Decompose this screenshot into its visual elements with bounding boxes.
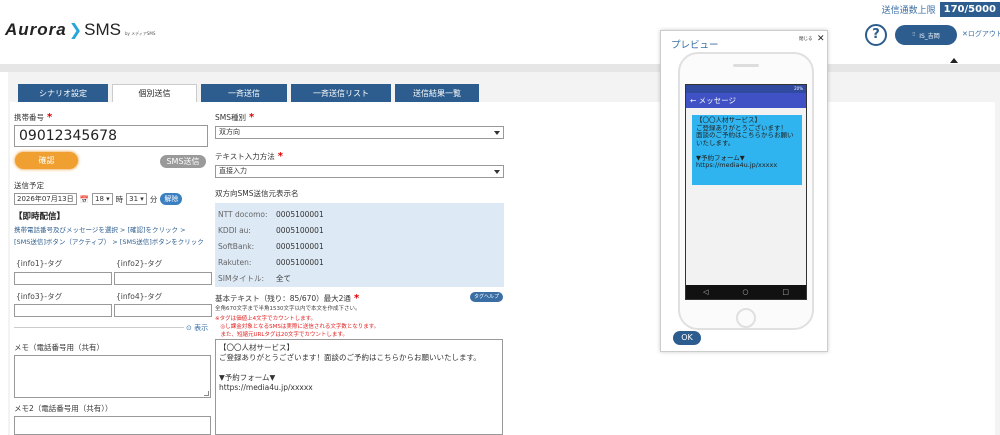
logout-link[interactable]: ✕ログアウト [962, 29, 1000, 39]
hour-unit: 時 [115, 194, 124, 204]
phone-label: 携帯番号 * [14, 112, 53, 123]
tags-divider [14, 327, 184, 328]
input-method-label: テキスト入力方法 * [215, 151, 284, 162]
note-red-2: ◎し課金対象となるSMSは実際に送信される文字数となります。 [215, 324, 380, 330]
ok-button[interactable]: OK [673, 331, 701, 345]
top-bar: 送信通数上限 170/5000 [0, 0, 1000, 18]
tab-bar: シナリオ設定 個別送信 一斉送信 一斉送信リスト 送信結果一覧 [18, 84, 479, 102]
status-bar: 20% [686, 85, 806, 93]
sender-label: 双方向SMS送信元表示名 [215, 189, 299, 198]
message-bubble: 【〇〇人材サービス】 ご登録ありがとうございます！ 面談のご予約はこちらからお願… [692, 115, 802, 185]
sender-row: Rakuten: 0005100001 [218, 257, 324, 267]
logo-by: by メディアSMS [124, 31, 156, 36]
preview-title: プレビュー [671, 40, 719, 51]
cancel-schedule-button[interactable]: 解除 [160, 193, 183, 205]
phone-speaker [733, 64, 759, 67]
home-nav-icon: ○ [742, 288, 749, 296]
preview-modal: プレビュー 閉じる ✕ 20% ← メッセージ 【〇〇人材サービス】 ご登録あり… [660, 30, 828, 352]
memo2-textarea[interactable] [14, 416, 211, 435]
minute-unit: 分 [149, 194, 158, 204]
logo-arrow-icon: ❯ [68, 20, 83, 39]
app-logo[interactable]: Aurora ❯ SMS by メディアSMS [5, 20, 155, 40]
dropdown-arrow-icon [494, 170, 500, 174]
info4-tag-label: {info4}-タグ [116, 292, 163, 301]
note-red-3: また、短縮元URLタグは20文字でカウントします。 [215, 332, 348, 338]
close-icon[interactable]: ✕ [817, 34, 825, 44]
steps-line2: [SMS送信]ボタン（アクティブ） > [SMS送信]ボタンをクリック [14, 238, 204, 246]
tab-individual[interactable]: 個別送信 [112, 84, 197, 102]
memo1-textarea[interactable] [14, 355, 211, 398]
info4-input[interactable] [114, 304, 212, 317]
phone-mockup: 20% ← メッセージ 【〇〇人材サービス】 ご登録ありがとうございます！ 面談… [678, 52, 814, 330]
phone-home-button [736, 308, 756, 328]
sender-row: NTT docomo: 0005100001 [218, 209, 324, 219]
sms-send-button[interactable]: SMS送信 [160, 155, 206, 168]
help-icon[interactable]: ? [865, 24, 887, 46]
schedule-label: 送信予定 [14, 181, 44, 190]
tab-bulk[interactable]: 一斉送信 [201, 84, 287, 102]
quota-value: 170/5000 [939, 2, 1000, 17]
body-label: 基本テキスト（残り：85/670）最大2通 * [215, 293, 360, 304]
logo-sms: SMS [84, 20, 121, 39]
info2-input[interactable] [114, 272, 212, 285]
tab-bulk-list[interactable]: 一斉送信リスト [291, 84, 391, 102]
hour-select[interactable]: 18 ▾ [91, 193, 113, 205]
dropdown-arrow-icon [494, 131, 500, 135]
recent-nav-icon: □ [782, 288, 789, 296]
info2-tag-label: {info2}-タグ [116, 259, 163, 268]
caret-up-icon [950, 58, 958, 63]
messages-header: ← メッセージ [686, 93, 806, 108]
sender-row: SIMタイトル: 全て [218, 273, 291, 283]
settings-sliders-icon: ⫶⫶ [912, 31, 916, 38]
steps-line1: 携帯電話番号及びメッセージを選択 > [確認]をクリック > [14, 226, 186, 234]
minute-select[interactable]: 31 ▾ [126, 193, 147, 205]
android-navbar: ◁ ○ □ [686, 285, 806, 299]
close-link[interactable]: 閉じる [799, 36, 813, 42]
sender-row: KDDI au: 0005100001 [218, 225, 324, 235]
date-input[interactable]: 2026年07月13日 [14, 193, 77, 205]
memo2-label: メモ2（電話番号用（共有）） [14, 404, 113, 413]
input-method-select[interactable]: 直接入力 [215, 165, 504, 178]
memo1-label: メモ（電話番号用（共有） [14, 343, 104, 352]
confirm-button[interactable]: 確認 [15, 152, 78, 169]
sms-type-label: SMS種別 * [215, 112, 255, 123]
phone-input[interactable]: 09012345678 [14, 125, 208, 147]
body-textarea[interactable]: 【〇〇人材サービス】 ご登録ありがとうございます！面談のご予約はこちらからお願い… [215, 339, 503, 435]
schedule-row: 2026年07月13日 📅 18 ▾ 時 31 ▾ 分 解除 [14, 193, 183, 205]
sender-list: NTT docomo: 0005100001 KDDI au: 0005100001… [215, 203, 504, 287]
info3-tag-label: {info3}-タグ [16, 292, 63, 301]
resize-grip-icon[interactable] [204, 391, 209, 396]
tag-help-button[interactable]: タグヘルプ [470, 292, 503, 302]
note-red-1: ※タグは価値上4文字でカウントします。 [215, 316, 317, 322]
user-name: IS_吉岡 [919, 32, 940, 40]
header-divider [0, 64, 1000, 72]
info1-tag-label: {info1}-タグ [16, 259, 63, 268]
quota-indicator: 送信通数上限 170/5000 [878, 2, 1000, 17]
info3-input[interactable] [14, 304, 112, 317]
logo-aurora: Aurora [5, 20, 67, 39]
sms-type-select[interactable]: 双方向 [215, 126, 504, 139]
calendar-icon[interactable]: 📅 [80, 195, 89, 204]
info1-input[interactable] [14, 272, 112, 285]
phone-screen: 20% ← メッセージ 【〇〇人材サービス】 ご登録ありがとうございます！ 面談… [685, 84, 807, 300]
immediate-heading: 【即時配信】 [14, 212, 66, 222]
body-note: 全角670文字まで半角1530文字以内で本文を作成下さい。 [215, 306, 361, 312]
tab-results[interactable]: 送信結果一覧 [395, 84, 479, 102]
show-toggle-link[interactable]: ⊙ 表示 [186, 323, 208, 333]
sender-row: SoftBank: 0005100001 [218, 241, 324, 251]
user-menu-button[interactable]: ⫶⫶ IS_吉岡 [895, 25, 957, 45]
back-nav-icon: ◁ [702, 288, 709, 296]
tab-scenario[interactable]: シナリオ設定 [18, 84, 108, 102]
quota-label: 送信通数上限 [881, 6, 936, 16]
